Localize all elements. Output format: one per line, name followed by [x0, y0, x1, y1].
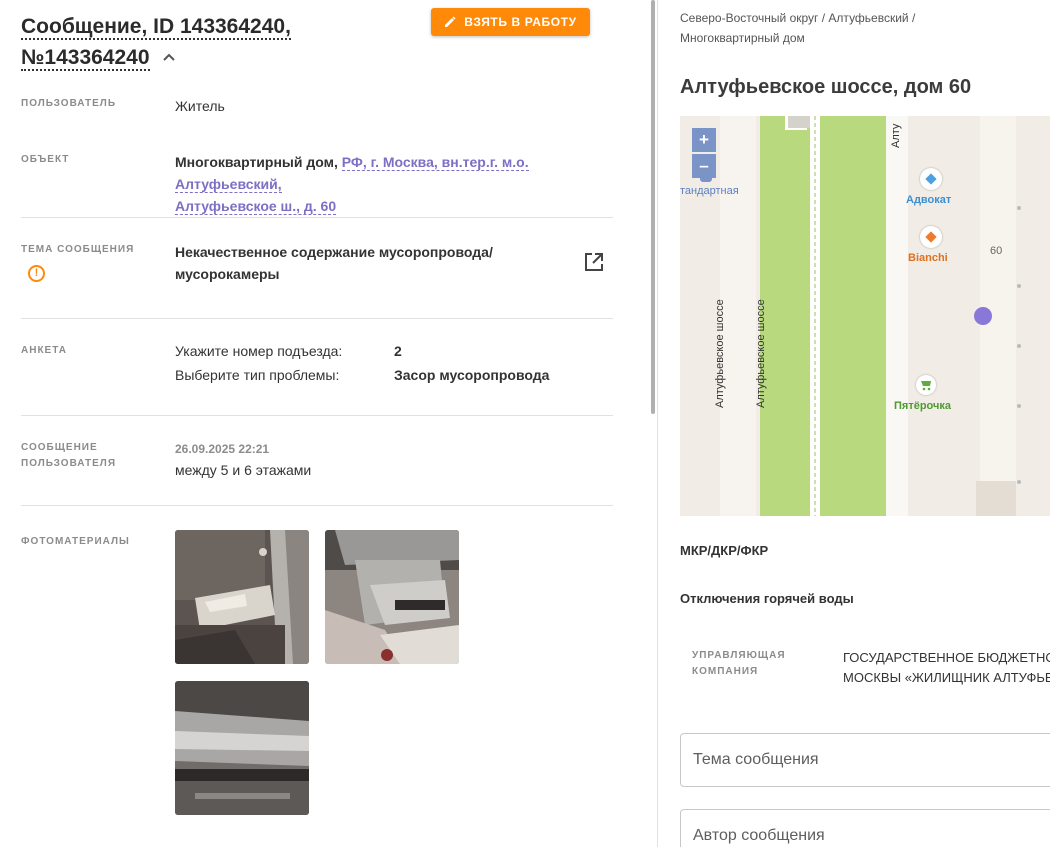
divider	[21, 318, 613, 319]
form-label: АНКЕТА	[21, 345, 67, 356]
photos-label: ФОТОМАТЕРИАЛЫ	[21, 536, 130, 547]
user-value: Житель	[175, 98, 225, 114]
photo-thumbnail[interactable]	[325, 530, 459, 664]
topic-label: ТЕМА СООБЩЕНИЯ	[21, 244, 135, 255]
object-info-panel: Северо-Восточный округ / Алтуфьевский / …	[658, 0, 1050, 847]
map-street-label: Алту	[890, 123, 902, 148]
management-company-value: ГОСУДАРСТВЕННОЕ БЮДЖЕТНОЕ МОСКВЫ «ЖИЛИЩН…	[843, 648, 1050, 688]
bianchi-poi-icon[interactable]	[920, 226, 942, 248]
object-label: ОБЪЕКТ	[21, 154, 70, 165]
message-date: 26.09.2025 22:21	[175, 442, 270, 456]
topic-value-line-1: Некачественное содержание мусоропровода/	[175, 244, 493, 260]
open-in-new-icon[interactable]	[584, 252, 604, 272]
section-repair-programs[interactable]: МКР/ДКР/ФКР	[680, 543, 768, 558]
user-label: ПОЛЬЗОВАТЕЛЬ	[21, 98, 117, 109]
topic-input[interactable]	[680, 733, 1050, 787]
warning-icon: !	[28, 265, 45, 282]
author-input[interactable]	[680, 809, 1050, 847]
zoom-in-button[interactable]: +	[692, 128, 716, 152]
form-answer-entrance: 2	[394, 343, 402, 359]
user-message-label-line-1: СООБЩЕНИЕ	[21, 442, 98, 453]
lawyer-poi-label: Адвокат	[906, 194, 952, 206]
message-title-id: Сообщение, ID 143364240,	[21, 15, 291, 40]
map-stop-label: тандартная	[680, 185, 739, 197]
message-title[interactable]: Сообщение, ID 143364240, №143364240	[21, 12, 321, 73]
map-street-label: Алтуфьевское шоссе	[714, 299, 726, 408]
take-to-work-label: ВЗЯТЬ В РАБОТУ	[464, 15, 577, 29]
form-question-entrance: Укажите номер подъезда:	[175, 343, 343, 359]
photo-thumbnail[interactable]	[175, 530, 309, 664]
pyaterochka-poi-label: Пятёрочка	[894, 400, 952, 412]
management-company-label: УПРАВЛЯЮЩАЯ КОМПАНИЯ	[692, 648, 786, 680]
topic-value-line-2: мусорокамеры	[175, 266, 280, 282]
form-answer-problem-type: Засор мусоропровода	[394, 367, 550, 383]
scrollbar[interactable]	[651, 0, 655, 414]
breadcrumb-line-1: Северо-Восточный округ / Алтуфьевский /	[680, 11, 916, 25]
management-company-value-line-1: ГОСУДАРСТВЕННОЕ БЮДЖЕТНОЕ	[843, 650, 1050, 665]
divider	[21, 415, 613, 416]
management-company-label-line-1: УПРАВЛЯЮЩАЯ	[692, 650, 786, 661]
breadcrumb: Северо-Восточный округ / Алтуфьевский / …	[680, 8, 1040, 48]
topic-value: Некачественное содержание мусоропровода/…	[175, 241, 535, 285]
photo-thumbnail[interactable]	[175, 681, 309, 815]
object-address-heading: Алтуфьевское шоссе, дом 60	[680, 76, 972, 98]
take-to-work-button[interactable]: ВЗЯТЬ В РАБОТУ	[431, 8, 590, 36]
divider	[21, 217, 613, 218]
management-company-value-line-2: МОСКВЫ «ЖИЛИЩНИК АЛТУФЬЕВСКИЙ	[843, 670, 1050, 685]
map[interactable]: + – тандартная Алтуфьевское шоссе Алтуфь…	[680, 116, 1050, 516]
object-value: Многоквартирный дом, РФ, г. Москва, вн.т…	[175, 151, 615, 217]
section-hot-water-outages[interactable]: Отключения горячей воды	[680, 591, 854, 606]
divider	[21, 505, 613, 506]
object-address-link-2[interactable]: Алтуфьевское ш., д. 60	[175, 198, 337, 215]
message-details-panel: Сообщение, ID 143364240, №143364240 ВЗЯТ…	[0, 0, 650, 847]
object-type: Многоквартирный дом,	[175, 154, 338, 170]
map-street-label: Алтуфьевское шоссе	[755, 299, 767, 408]
zoom-out-button[interactable]: –	[692, 154, 716, 178]
user-message-label-line-2: ПОЛЬЗОВАТЕЛЯ	[21, 458, 117, 469]
map-canvas	[680, 116, 1050, 516]
message-text: между 5 и 6 этажами	[175, 462, 312, 478]
house-number-label: 60	[990, 245, 1003, 257]
management-company-label-line-2: КОМПАНИЯ	[692, 666, 759, 677]
bianchi-poi-label: Bianchi	[908, 252, 948, 264]
form-question-problem-type: Выберите тип проблемы:	[175, 367, 340, 383]
breadcrumb-line-2: Многоквартирный дом	[680, 31, 805, 45]
shopping-cart-icon[interactable]	[916, 375, 936, 395]
user-message-label: СООБЩЕНИЕ ПОЛЬЗОВАТЕЛЯ	[21, 440, 116, 472]
pencil-icon	[445, 16, 456, 27]
lawyer-poi-icon[interactable]	[920, 168, 942, 190]
map-zoom-controls: + –	[692, 128, 716, 180]
chevron-up-icon[interactable]	[163, 42, 176, 72]
message-title-number: №143364240	[21, 46, 150, 71]
